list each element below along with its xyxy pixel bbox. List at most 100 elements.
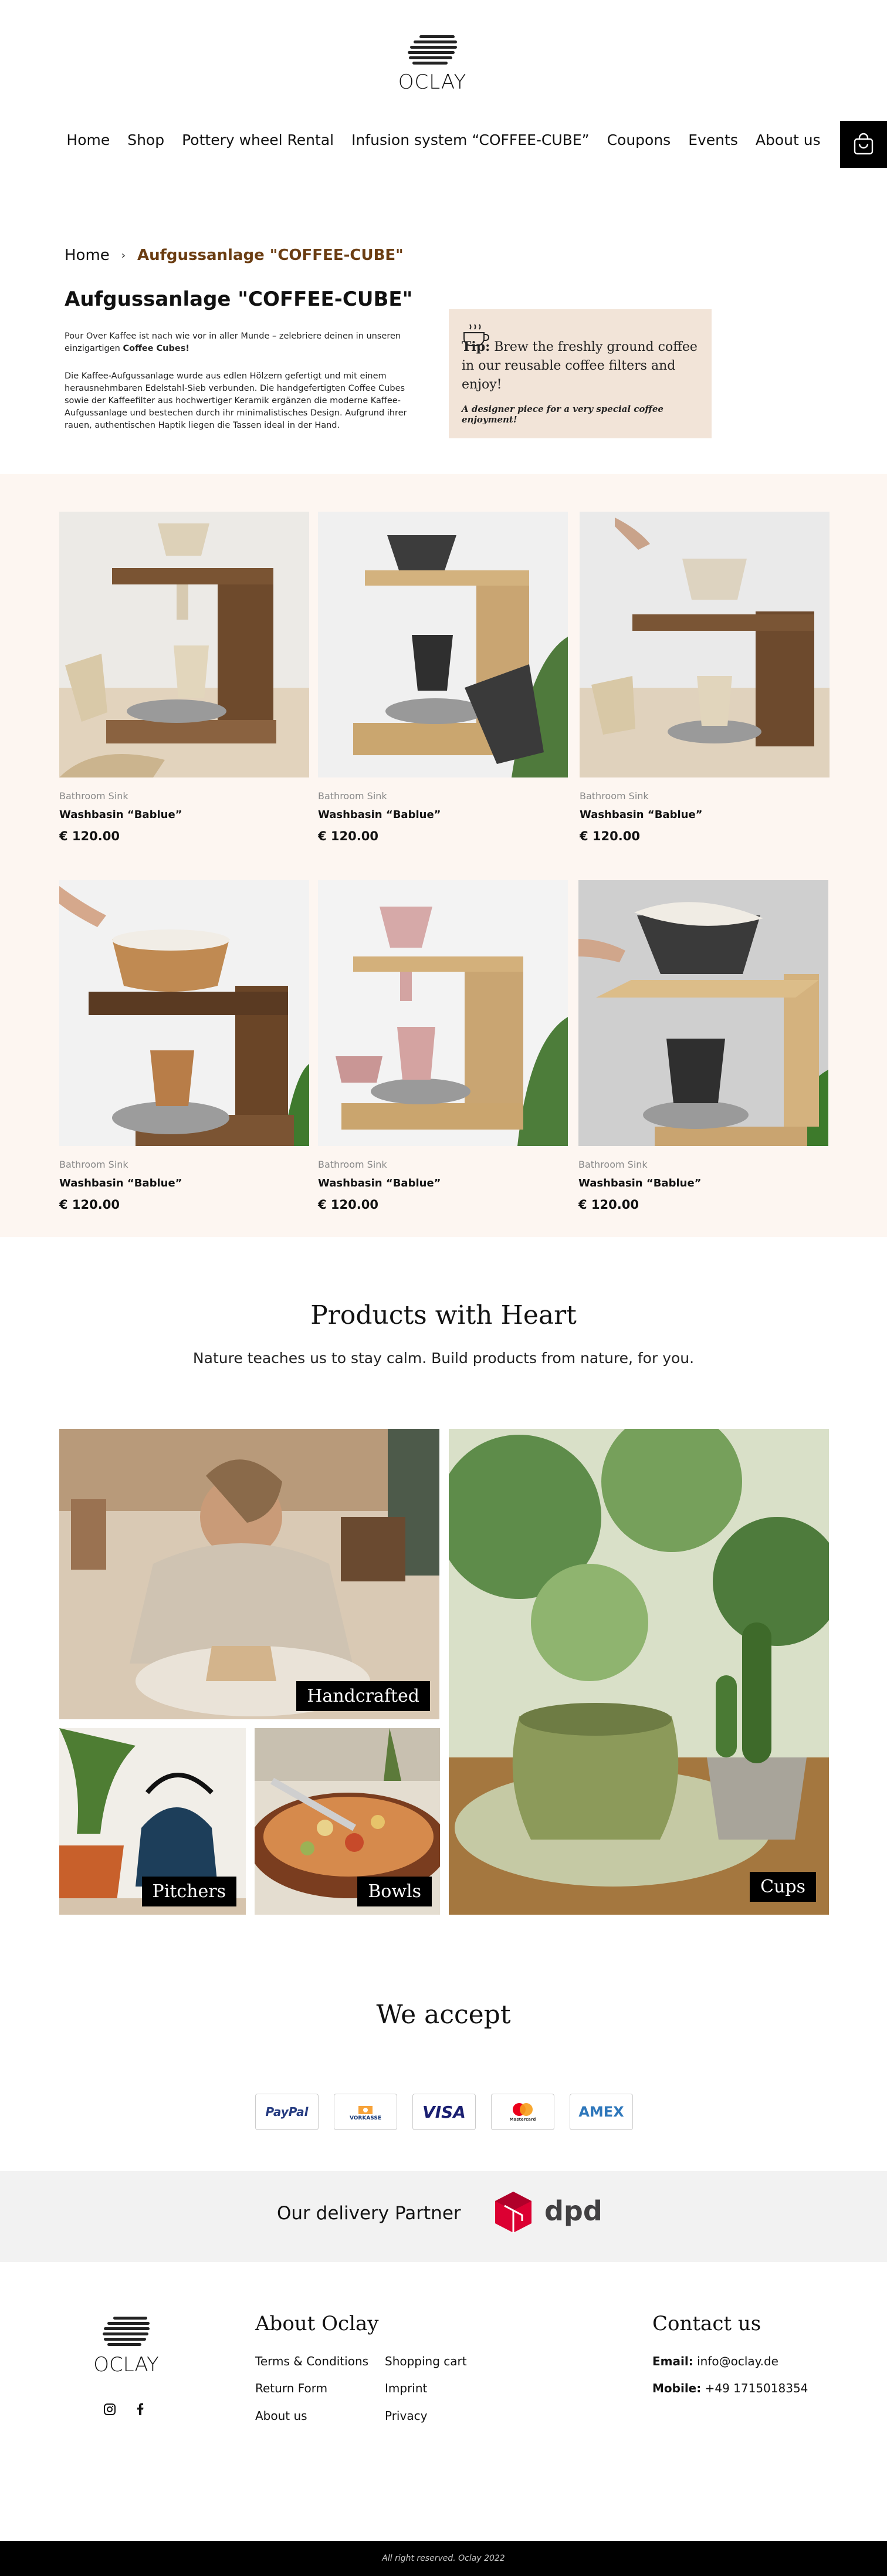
visa-icon: VISA xyxy=(412,2094,476,2130)
product-name[interactable]: Washbasin “Bablue” xyxy=(318,809,568,821)
tip-text: Tip: Brew the freshly ground coffee in o… xyxy=(462,337,699,394)
product-price: € 120.00 xyxy=(318,1198,378,1212)
paypal-label: PayPal xyxy=(265,2105,309,2119)
brand-logo[interactable]: OCLAY xyxy=(394,35,470,94)
tile-label: Handcrafted xyxy=(296,1681,430,1711)
paypal-icon: PayPal xyxy=(255,2094,319,2130)
product-category: Bathroom Sink xyxy=(318,790,387,802)
tile-label: Cups xyxy=(750,1872,816,1902)
footer-brand-name: OCLAY xyxy=(93,2353,159,2376)
product-price: € 120.00 xyxy=(580,829,640,843)
main-nav: Home Shop Pottery wheel Rental Infusion … xyxy=(0,131,887,148)
logo-mark-icon xyxy=(408,35,457,68)
footer-link-privacy[interactable]: Privacy xyxy=(385,2409,427,2423)
mastercard-label: Mastercard xyxy=(509,2117,536,2122)
footer-logo[interactable]: OCLAY xyxy=(88,2317,164,2376)
product-card[interactable]: Bathroom Sink Washbasin “Bablue” € 120.0… xyxy=(318,512,568,843)
product-card[interactable]: Bathroom Sink Washbasin “Bablue” € 120.0… xyxy=(318,880,568,1212)
vorkasse-icon: VORKASSE xyxy=(334,2094,397,2130)
tile-label: Pitchers xyxy=(141,1877,236,1906)
footer-link-shopping-cart[interactable]: Shopping cart xyxy=(385,2354,467,2368)
breadcrumb-current: Aufgussanlage "COFFEE-CUBE" xyxy=(137,246,404,264)
visa-label: VISA xyxy=(422,2102,466,2122)
mobile-number[interactable]: +49 1715018354 xyxy=(705,2381,808,2395)
section-title-products-with-heart: Products with Heart xyxy=(310,1300,577,1330)
payment-methods: PayPal VORKASSE VISA Mastercard AMEX xyxy=(255,2094,633,2130)
product-card[interactable]: Bathroom Sink Washbasin “Bablue” € 120.0… xyxy=(578,880,828,1212)
intro-p1-text: Pour Over Kaffee ist nach wie vor in all… xyxy=(65,332,401,353)
product-category: Bathroom Sink xyxy=(59,790,128,802)
product-name[interactable]: Washbasin “Bablue” xyxy=(578,1177,828,1189)
product-card[interactable]: Bathroom Sink Washbasin “Bablue” € 120.0… xyxy=(59,880,309,1212)
intro-paragraph-2: Die Kaffee-Aufgussanlage wurde aus edlen… xyxy=(65,371,407,430)
product-price: € 120.00 xyxy=(59,1198,120,1212)
product-image[interactable] xyxy=(59,880,309,1146)
product-category: Bathroom Sink xyxy=(318,1159,387,1170)
product-category: Bathroom Sink xyxy=(59,1159,128,1170)
mastercard-circles-icon xyxy=(513,2103,533,2116)
dpd-logo: dpd xyxy=(493,2190,602,2234)
product-card[interactable]: Bathroom Sink Washbasin “Bablue” € 120.0… xyxy=(580,512,830,843)
product-price: € 120.00 xyxy=(59,829,120,843)
product-image[interactable] xyxy=(318,512,568,777)
product-name[interactable]: Washbasin “Bablue” xyxy=(59,1177,309,1189)
footer-link-return-form[interactable]: Return Form xyxy=(255,2381,327,2395)
cart-button[interactable] xyxy=(840,121,887,168)
product-card[interactable]: Bathroom Sink Washbasin “Bablue” € 120.0… xyxy=(59,512,309,843)
logo-mark-icon xyxy=(103,2317,150,2349)
dpd-wordmark: dpd xyxy=(544,2195,602,2227)
breadcrumb: Home › Aufgussanlage "COFFEE-CUBE" xyxy=(65,246,404,264)
nav-events[interactable]: Events xyxy=(688,131,738,148)
tile-handcrafted[interactable]: Handcrafted xyxy=(59,1429,439,1719)
product-image[interactable] xyxy=(580,512,830,777)
dpd-cube-icon xyxy=(495,2192,531,2233)
product-price: € 120.00 xyxy=(318,829,378,843)
tip-box: Tip: Brew the freshly ground coffee in o… xyxy=(449,309,712,438)
chevron-right-icon: › xyxy=(121,249,126,262)
social-links xyxy=(103,2403,147,2416)
instagram-icon[interactable] xyxy=(103,2403,116,2416)
tile-cups[interactable]: Cups xyxy=(449,1429,829,1915)
footer-about-title: About Oclay xyxy=(255,2312,379,2335)
shopping-bag-icon xyxy=(854,133,874,155)
tile-bowls[interactable]: Bowls xyxy=(255,1728,440,1915)
mobile-label: Mobile: xyxy=(652,2381,702,2395)
nav-about-us[interactable]: About us xyxy=(756,131,821,148)
payment-section-title: We accept xyxy=(376,2000,511,2030)
product-image[interactable] xyxy=(318,880,568,1146)
intro-p1-bold: Coffee Cubes! xyxy=(123,344,189,353)
amex-label: AMEX xyxy=(578,2104,624,2120)
product-image[interactable] xyxy=(59,512,309,777)
intro-paragraph-1: Pour Over Kaffee ist nach wie vor in all… xyxy=(65,330,428,355)
footer-email: Email: info@oclay.de xyxy=(652,2354,778,2368)
cash-icon xyxy=(358,2106,373,2114)
delivery-partner-text: Our delivery Partner xyxy=(277,2203,461,2224)
nav-pottery-wheel-rental[interactable]: Pottery wheel Rental xyxy=(182,131,334,148)
mastercard-icon: Mastercard xyxy=(491,2094,554,2130)
facebook-icon[interactable] xyxy=(134,2403,147,2416)
copyright-bar: All right reserved. Oclay 2022 xyxy=(0,2541,887,2576)
footer-link-terms[interactable]: Terms & Conditions xyxy=(255,2354,368,2368)
amex-icon: AMEX xyxy=(570,2094,633,2130)
email-link[interactable]: info@oclay.de xyxy=(697,2354,778,2368)
nav-shop[interactable]: Shop xyxy=(127,131,164,148)
tile-pitchers[interactable]: Pitchers xyxy=(59,1728,246,1915)
nav-home[interactable]: Home xyxy=(66,131,110,148)
product-name[interactable]: Washbasin “Bablue” xyxy=(318,1177,568,1189)
product-price: € 120.00 xyxy=(578,1198,639,1212)
breadcrumb-home[interactable]: Home xyxy=(65,246,110,264)
email-label: Email: xyxy=(652,2354,693,2368)
nav-infusion-system[interactable]: Infusion system “COFFEE-CUBE” xyxy=(351,131,589,148)
tile-label: Bowls xyxy=(357,1877,432,1906)
nav-coupons[interactable]: Coupons xyxy=(607,131,671,148)
tip-tagline: A designer piece for a very special coff… xyxy=(462,404,663,425)
footer-link-imprint[interactable]: Imprint xyxy=(385,2381,427,2395)
tip-body: Brew the freshly ground coffee in our re… xyxy=(462,340,698,392)
footer-mobile: Mobile: +49 1715018354 xyxy=(652,2381,808,2395)
footer-link-about-us[interactable]: About us xyxy=(255,2409,307,2423)
section-subtitle: Nature teaches us to stay calm. Build pr… xyxy=(192,1350,695,1367)
vorkasse-label: VORKASSE xyxy=(349,2115,382,2121)
product-image[interactable] xyxy=(578,880,828,1146)
product-name[interactable]: Washbasin “Bablue” xyxy=(59,809,309,821)
product-name[interactable]: Washbasin “Bablue” xyxy=(580,809,830,821)
